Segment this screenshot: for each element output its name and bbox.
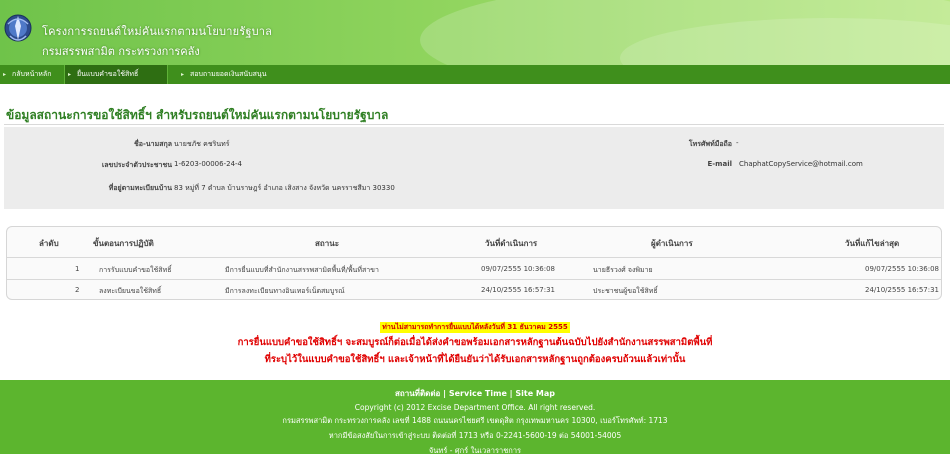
id-value: 1-6203-00006-24-4 xyxy=(174,160,243,168)
row-status: มีการลงทะเบียนทางอินเทอร์เน็ตสมบูรณ์ xyxy=(225,287,345,295)
id-label: เลขประจำตัวประชาชน xyxy=(101,161,172,169)
address-label: ที่อยู่ตามทะเบียนบ้าน xyxy=(108,184,172,192)
email-value: ChaphatCopyService@hotmail.com xyxy=(739,160,863,168)
footer-link-sitemap[interactable]: Site Map xyxy=(515,389,555,398)
nav-item-home[interactable]: ▸ กลับหน้าหลัก xyxy=(0,65,62,84)
row-number: 2 xyxy=(75,286,80,294)
column-header: สถานะ xyxy=(315,239,339,248)
row-date: 24/10/2555 16:57:31 xyxy=(481,286,556,294)
arrow-right-icon: ▸ xyxy=(3,71,7,78)
deadline-highlight: ท่านไม่สามารถทำการยื่นแบบได้หลังวันที่ 3… xyxy=(380,322,570,333)
deadline-notice: ท่านไม่สามารถทำการยื่นแบบได้หลังวันที่ 3… xyxy=(0,318,950,380)
nav-item-label: กลับหน้าหลัก xyxy=(12,70,52,78)
applicant-info-panel: ชื่อ-นามสกุล นายชภัช คชรินทร์ เลขประจำตั… xyxy=(4,127,944,209)
row-operator: ประชาชนผู้ขอใช้สิทธิ์ xyxy=(593,287,658,295)
row-updated: 24/10/2555 16:57:31 xyxy=(865,286,940,294)
footer-hours: จันทร์ - ศุกร์ ในเวลาราชการ xyxy=(428,446,522,454)
nav-item-label: ยื่นแบบคำขอใช้สิทธิ์ xyxy=(77,70,139,78)
row-date: 09/07/2555 10:36:08 xyxy=(481,265,556,273)
footer: สถานที่ติดต่อ | Service Time | Site Map … xyxy=(0,380,950,454)
footer-links: สถานที่ติดต่อ | Service Time | Site Map xyxy=(0,387,950,400)
row-step: ลงทะเบียนขอใช้สิทธิ์ xyxy=(99,287,162,295)
footer-separator: | xyxy=(509,389,513,398)
row-updated: 09/07/2555 10:36:08 xyxy=(865,265,940,273)
arrow-right-icon: ▸ xyxy=(68,71,72,78)
column-header: ขั้นตอนการปฏิบัติ xyxy=(93,239,154,248)
mobile-value: - xyxy=(736,139,739,147)
header-banner: โครงการรถยนต์ใหม่คันแรกตามนโยบายรัฐบาล ก… xyxy=(0,0,950,65)
row-number: 1 xyxy=(75,265,80,273)
column-header: ลำดับ xyxy=(39,239,59,248)
footer-contact: หากมีข้อสงสัยในการเข้าสู่ระบบ ติดต่อที่ … xyxy=(328,431,622,440)
header-title: โครงการรถยนต์ใหม่คันแรกตามนโยบายรัฐบาล xyxy=(42,25,273,38)
excise-emblem-logo xyxy=(4,14,32,42)
nav-item-label: สอบถามยอดเงินสนับสนุน xyxy=(190,70,267,78)
footer-link-service-time[interactable]: Service Time xyxy=(449,389,507,398)
nav-item-submit-request[interactable]: ▸ ยื่นแบบคำขอใช้สิทธิ์ xyxy=(64,65,168,84)
notice-line-1: การยื่นแบบคำขอใช้สิทธิ์ฯ จะสมบูรณ์ก็ต่อเ… xyxy=(237,337,713,348)
top-nav: ▸ กลับหน้าหลัก ▸ ยื่นแบบคำขอใช้สิทธิ์ ▸ … xyxy=(0,65,950,84)
footer-link-contact[interactable]: สถานที่ติดต่อ xyxy=(395,389,440,398)
header-subtitle: กรมสรรพสามิต กระทรวงการคลัง xyxy=(42,45,200,58)
row-divider xyxy=(7,257,941,258)
mobile-label: โทรศัพท์มือถือ xyxy=(688,140,732,148)
address-value: 83 หมู่ที่ 7 ตำบล บ้านราษฎร์ อำเภอ เสิงส… xyxy=(174,184,395,192)
page-title: ข้อมูลสถานะการขอใช้สิทธิ์ฯ สำหรับรถยนต์ใ… xyxy=(6,108,389,122)
status-table: ลำดับ ขั้นตอนการปฏิบัติ สถานะ วันที่ดำเน… xyxy=(6,226,942,300)
footer-address: กรมสรรพสามิต กระทรวงการคลัง เลขที่ 1488 … xyxy=(282,416,668,425)
nav-item-check-subsidy[interactable]: ▸ สอบถามยอดเงินสนับสนุน xyxy=(178,65,290,84)
column-header: วันที่ดำเนินการ xyxy=(485,239,538,248)
name-value: นายชภัช คชรินทร์ xyxy=(174,140,230,148)
row-status: มีการยื่นแบบที่สำนักงานสรรพสามิตพื้นที่/… xyxy=(225,266,379,274)
name-label: ชื่อ-นามสกุล xyxy=(134,140,172,148)
row-step: การรับแบบคำขอใช้สิทธิ์ xyxy=(99,266,172,274)
arrow-right-icon: ▸ xyxy=(181,71,185,78)
notice-line-2: ที่ระบุไว้ในแบบคำขอใช้สิทธิ์ฯ และเจ้าหน้… xyxy=(264,354,686,365)
row-divider xyxy=(7,279,941,280)
footer-copyright: Copyright (c) 2012 Excise Department Off… xyxy=(354,403,596,412)
email-label: E-mail xyxy=(707,160,732,168)
divider xyxy=(4,124,944,125)
column-header: ผู้ดำเนินการ xyxy=(651,239,693,248)
footer-separator: | xyxy=(443,389,447,398)
column-header: วันที่แก้ไขล่าสุด xyxy=(845,239,900,248)
row-operator: นายธีรวงศ์ จงพิมาย xyxy=(593,266,653,274)
